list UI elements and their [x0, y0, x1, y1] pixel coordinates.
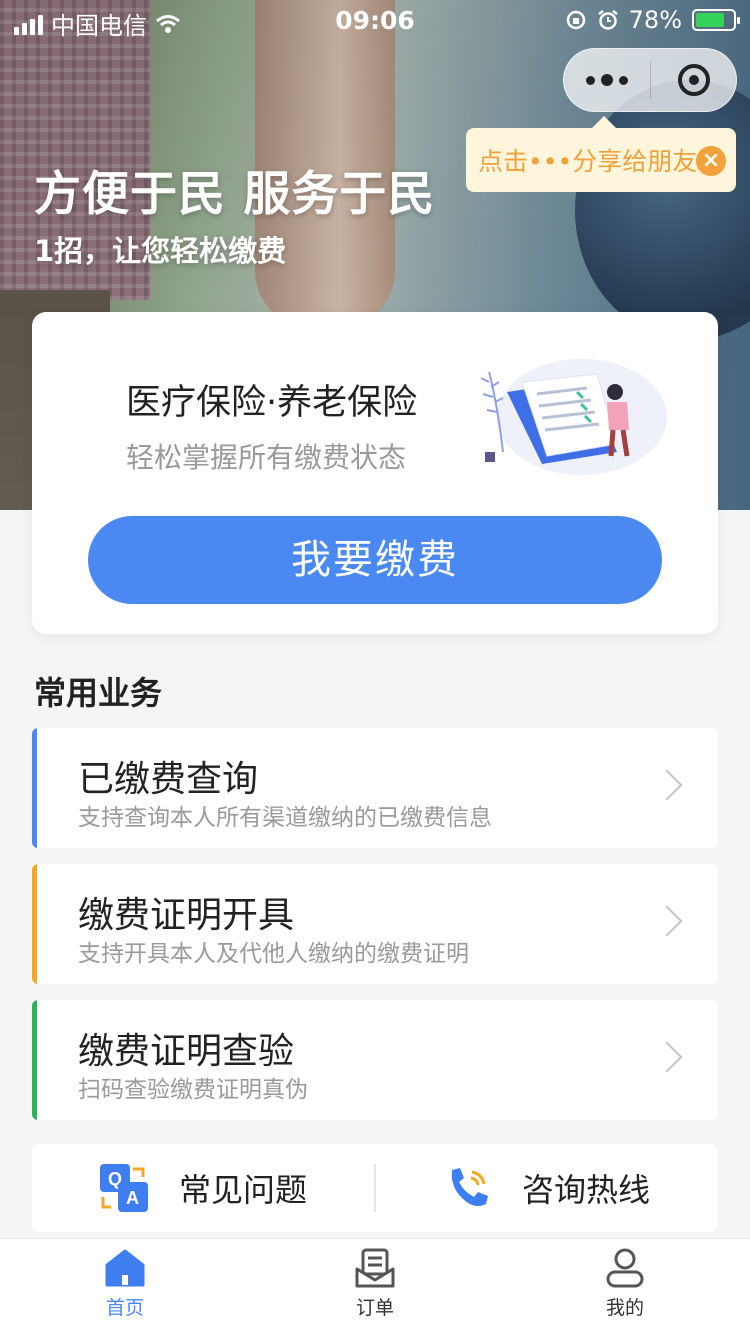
service-item-certificate-verify[interactable]: 缴费证明查验 扫码查验缴费证明真伪	[32, 1000, 718, 1120]
share-tooltip-text: 点击•••分享给朋友	[478, 147, 698, 176]
status-bar: 中国电信 09:06 78%	[0, 0, 750, 40]
target-close-icon	[677, 64, 710, 96]
insurance-card: 医疗保险·养老保险 轻松掌握所有缴费状态 我要缴费	[32, 312, 718, 634]
hero-subtitle: 1招，让您轻松缴费	[34, 234, 287, 268]
service-desc: 扫码查验缴费证明真伪	[78, 1077, 308, 1103]
tab-home[interactable]: 首页	[0, 1239, 250, 1334]
service-title: 缴费证明开具	[78, 895, 295, 936]
tab-home-label: 首页	[105, 1297, 144, 1319]
miniprogram-capsule	[563, 48, 737, 112]
more-button[interactable]	[564, 49, 650, 111]
document-illustration	[480, 359, 667, 475]
more-dots-icon	[586, 75, 595, 85]
more-dots-icon-right	[619, 75, 628, 85]
tab-bar: 首页 订单 我的	[0, 1238, 750, 1334]
service-desc: 支持开具本人及代他人缴纳的缴费证明	[78, 941, 469, 967]
battery-icon	[692, 9, 740, 31]
close-miniprogram-button[interactable]	[651, 64, 736, 96]
user-icon	[606, 1248, 644, 1288]
qa-icon: Q A	[99, 1164, 148, 1212]
hotline-link[interactable]: 咨询热线	[376, 1164, 718, 1212]
quick-links: Q A 常见问题 咨询热线	[32, 1144, 718, 1232]
faq-label: 常见问题	[178, 1171, 307, 1209]
tab-mine[interactable]: 我的	[500, 1239, 750, 1334]
accent-bar	[32, 1000, 37, 1120]
svg-text:A: A	[126, 1188, 139, 1208]
card-subtitle: 轻松掌握所有缴费状态	[126, 441, 407, 474]
tab-mine-label: 我的	[605, 1297, 644, 1319]
service-item-certificate-issue[interactable]: 缴费证明开具 支持开具本人及代他人缴纳的缴费证明	[32, 864, 718, 984]
hero-slogan: 方便于民 服务于民	[34, 167, 436, 222]
tab-orders[interactable]: 订单	[250, 1239, 500, 1334]
faq-link[interactable]: Q A 常见问题	[32, 1163, 374, 1213]
hotline-label: 咨询热线	[521, 1171, 650, 1209]
alarm-icon	[597, 10, 618, 30]
battery-percent: 78%	[628, 6, 682, 34]
chevron-right-icon	[651, 905, 683, 937]
accent-bar	[32, 728, 37, 848]
pay-button[interactable]: 我要缴费	[88, 516, 662, 604]
service-title: 缴费证明查验	[78, 1031, 295, 1072]
section-title: 常用业务	[34, 674, 163, 712]
tooltip-close-button[interactable]: ×	[696, 146, 726, 176]
share-tooltip: 点击•••分享给朋友 ×	[466, 116, 736, 192]
card-title: 医疗保险·养老保险	[126, 383, 418, 423]
tab-orders-label: 订单	[355, 1297, 394, 1319]
service-item-paid-query[interactable]: 已缴费查询 支持查询本人所有渠道缴纳的已缴费信息	[32, 728, 718, 848]
service-desc: 支持查询本人所有渠道缴纳的已缴费信息	[78, 805, 492, 831]
chevron-right-icon	[651, 769, 683, 801]
accent-bar	[32, 864, 37, 984]
chevron-right-icon	[651, 1041, 683, 1073]
order-icon	[355, 1248, 395, 1288]
phone-icon	[451, 1168, 488, 1206]
rotation-lock-icon	[566, 10, 585, 30]
more-dots-icon-center	[601, 74, 613, 86]
service-title: 已缴费查询	[78, 759, 259, 800]
home-icon	[105, 1249, 145, 1287]
